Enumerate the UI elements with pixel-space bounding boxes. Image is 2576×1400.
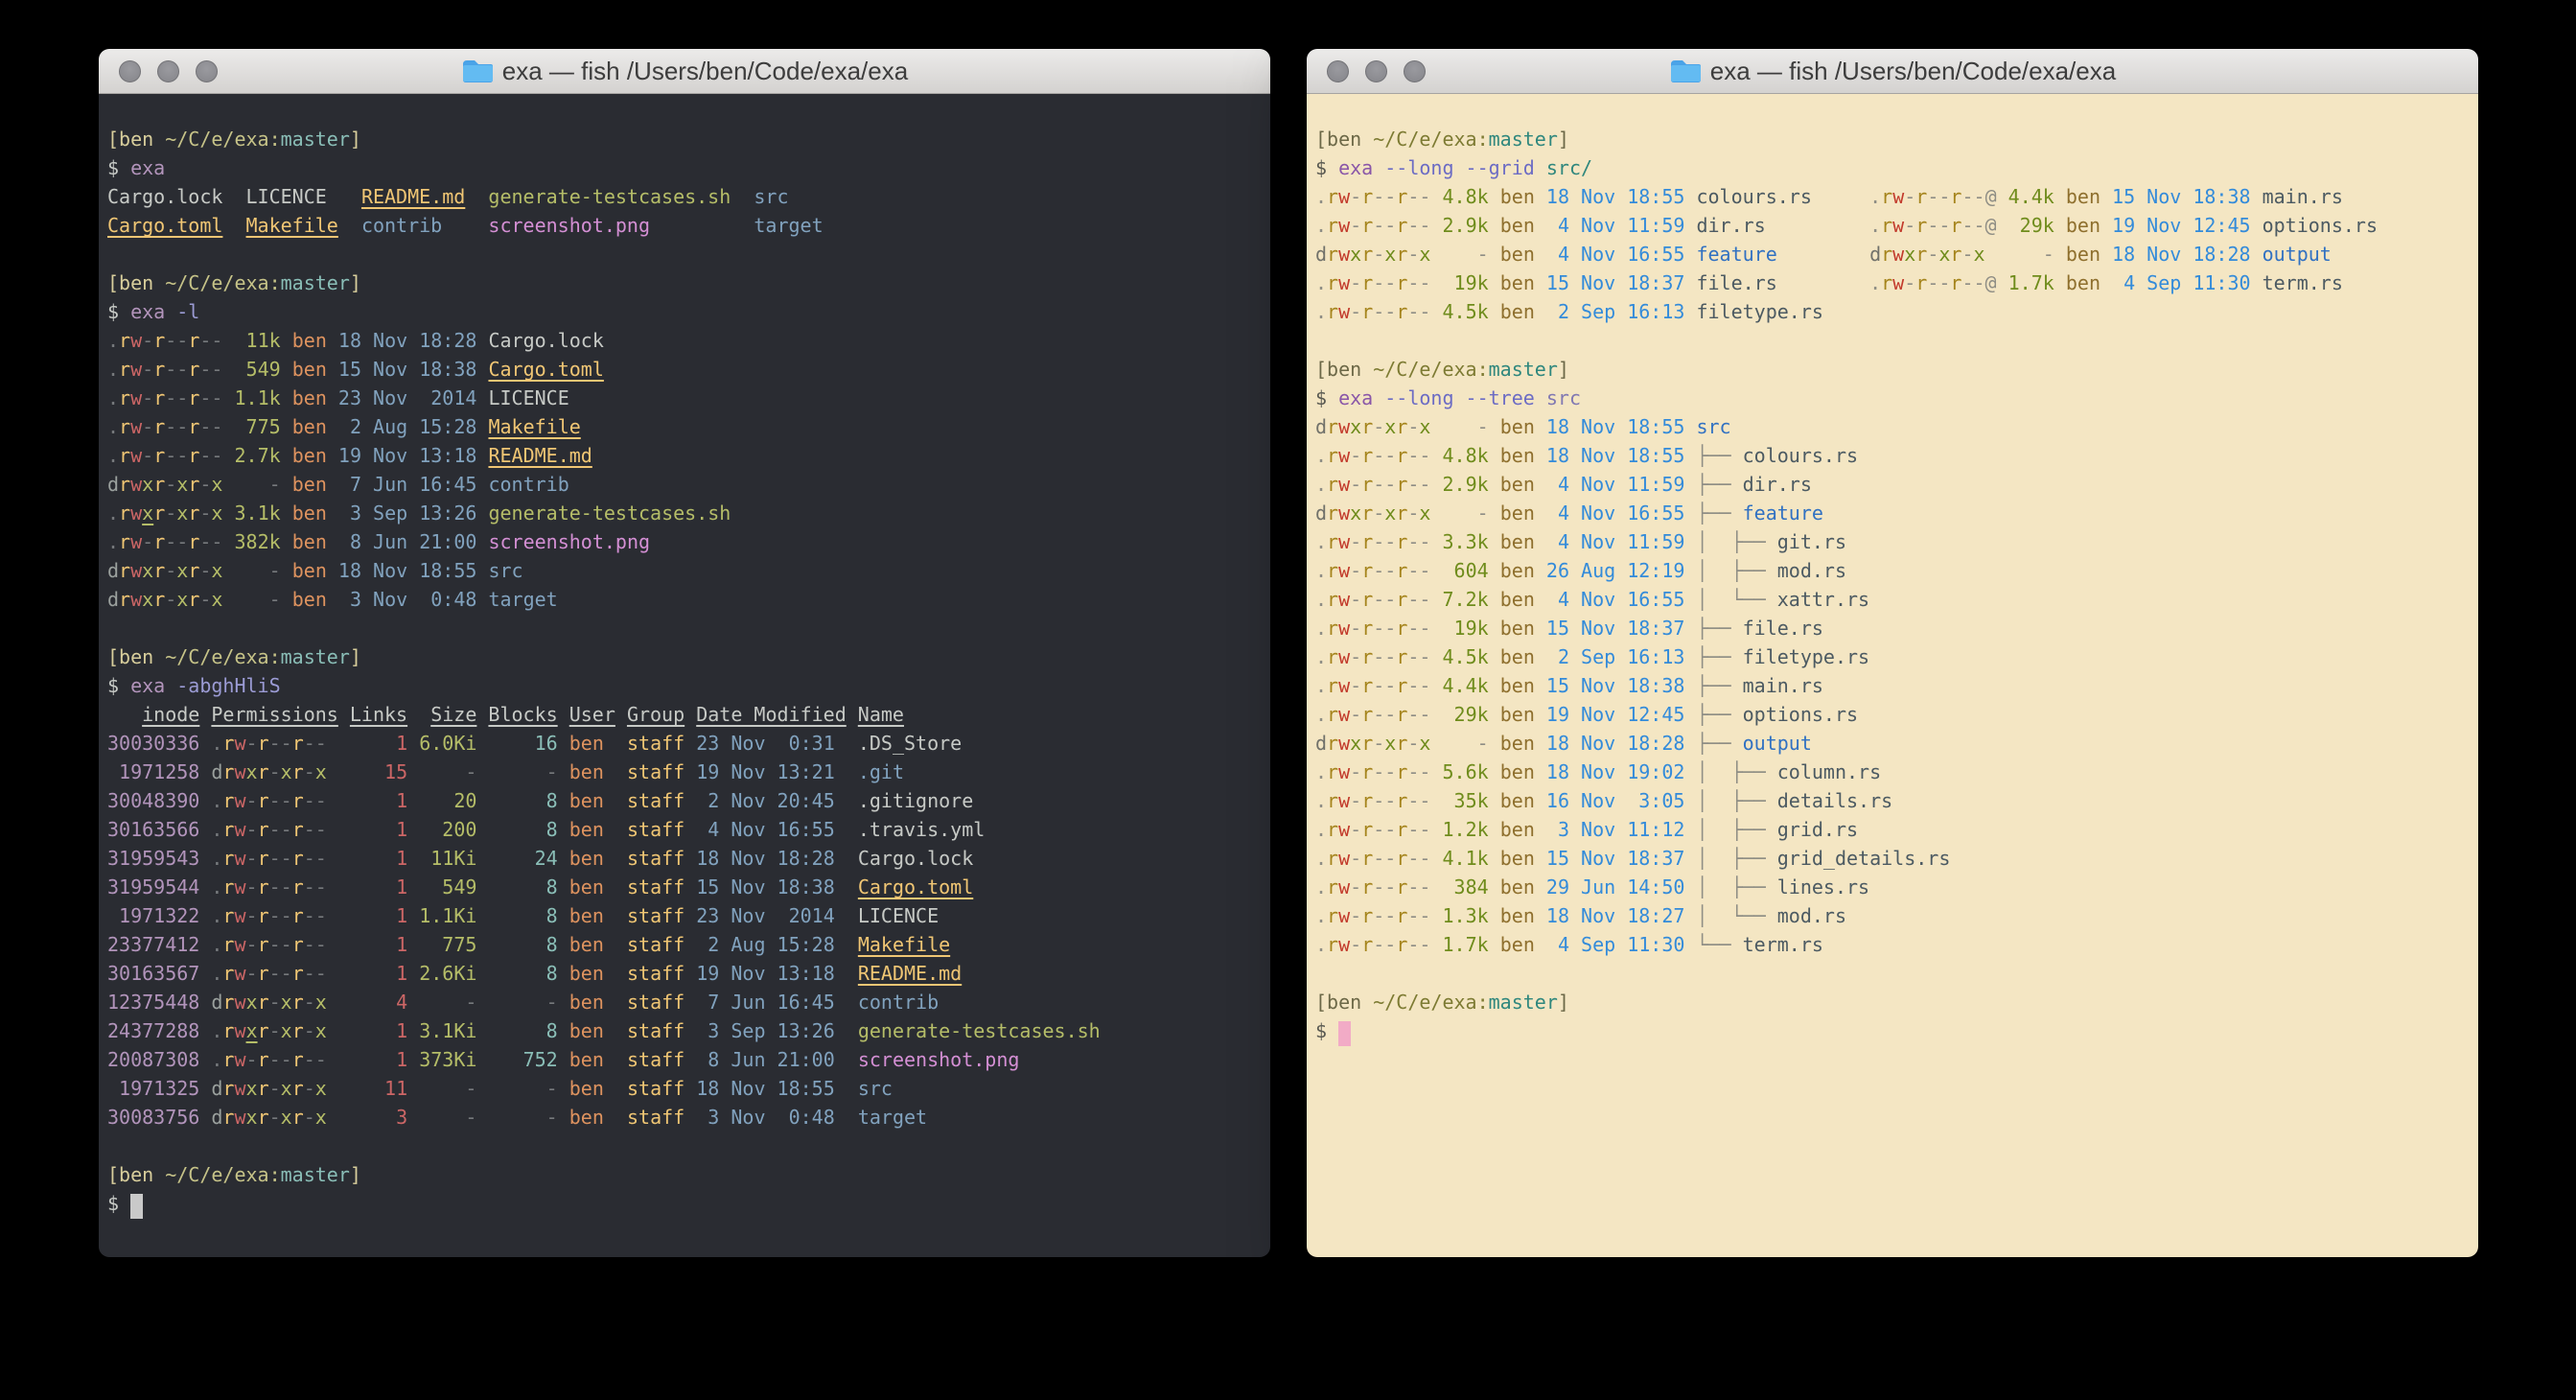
terminal-line: .rw-r--r-- 5.6k ben 18 Nov 19:02 │ ├── c… [1315, 758, 2469, 786]
terminal-cursor [130, 1194, 143, 1219]
terminal-line: 30048390 .rw-r--r-- 1 20 8 ben staff 2 N… [107, 786, 1261, 815]
terminal-window-dark: exa — fish /Users/ben/Code/exa/exa [ben … [99, 49, 1270, 1257]
window-titlebar[interactable]: exa — fish /Users/ben/Code/exa/exa [99, 49, 1270, 94]
terminal-line: [ben ~/C/e/exa:master] [1315, 355, 2469, 384]
terminal-line: .rw-r--r-- 19k ben 15 Nov 18:37 ├── file… [1315, 614, 2469, 642]
close-button[interactable] [1327, 60, 1349, 82]
terminal-line: inode Permissions Links Size Blocks User… [107, 700, 1261, 729]
terminal-line: $ exa -l [107, 297, 1261, 326]
terminal-line: 30030336 .rw-r--r-- 1 6.0Ki 16 ben staff… [107, 729, 1261, 758]
terminal-line: drwxr-xr-x - ben 18 Nov 18:28 ├── output [1315, 729, 2469, 758]
window-controls [1327, 49, 1426, 93]
terminal-line: drwxr-xr-x - ben 18 Nov 18:55 src [107, 556, 1261, 585]
terminal-line: Cargo.toml Makefile contrib screenshot.p… [107, 211, 1261, 240]
terminal-line: .rw-r--r-- 3.3k ben 4 Nov 11:59 │ ├── gi… [1315, 527, 2469, 556]
terminal-line: .rw-r--r-- 775 ben 2 Aug 15:28 Makefile [107, 412, 1261, 441]
terminal-window-light: exa — fish /Users/ben/Code/exa/exa [ben … [1307, 49, 2478, 1257]
terminal-line: .rw-r--r-- 35k ben 16 Nov 3:05 │ ├── det… [1315, 786, 2469, 815]
terminal-line: .rw-r--r-- 2.9k ben 4 Nov 11:59 dir.rs .… [1315, 211, 2469, 240]
terminal-line: [ben ~/C/e/exa:master] [107, 268, 1261, 297]
terminal-line: $ [107, 1189, 1261, 1218]
terminal-line [107, 240, 1261, 268]
folder-icon [1669, 58, 1701, 83]
terminal-line: $ exa --long --grid src/ [1315, 153, 2469, 182]
terminal-line: $ exa -abghHliS [107, 671, 1261, 700]
terminal-line: 1971322 .rw-r--r-- 1 1.1Ki 8 ben staff 2… [107, 901, 1261, 930]
window-title: exa — fish /Users/ben/Code/exa/exa [502, 57, 908, 86]
terminal-line: 31959543 .rw-r--r-- 1 11Ki 24 ben staff … [107, 844, 1261, 873]
terminal-line: 31959544 .rw-r--r-- 1 549 8 ben staff 15… [107, 873, 1261, 901]
terminal-line: 30163566 .rw-r--r-- 1 200 8 ben staff 4 … [107, 815, 1261, 844]
terminal-line: drwxr-xr-x - ben 4 Nov 16:55 ├── feature [1315, 499, 2469, 527]
terminal-line: 1971258 drwxr-xr-x 15 - - ben staff 19 N… [107, 758, 1261, 786]
terminal-cursor [1338, 1021, 1351, 1046]
terminal-line: .rw-r--r-- 4.4k ben 15 Nov 18:38 ├── mai… [1315, 671, 2469, 700]
terminal-line [1315, 326, 2469, 355]
terminal-line: .rw-r--r-- 4.5k ben 2 Sep 16:13 ├── file… [1315, 642, 2469, 671]
terminal-line: [ben ~/C/e/exa:master] [107, 125, 1261, 153]
terminal-line [1315, 959, 2469, 988]
folder-icon [461, 58, 493, 83]
terminal-output-light[interactable]: [ben ~/C/e/exa:master]$ exa --long --gri… [1307, 94, 2478, 1257]
terminal-line: .rw-r--r-- 4.8k ben 18 Nov 18:55 ├── col… [1315, 441, 2469, 470]
terminal-line: .rw-r--r-- 11k ben 18 Nov 18:28 Cargo.lo… [107, 326, 1261, 355]
terminal-line: drwxr-xr-x - ben 3 Nov 0:48 target [107, 585, 1261, 614]
terminal-line: 30163567 .rw-r--r-- 1 2.6Ki 8 ben staff … [107, 959, 1261, 988]
terminal-line: 30083756 drwxr-xr-x 3 - - ben staff 3 No… [107, 1103, 1261, 1132]
terminal-line: .rw-r--r-- 1.1k ben 23 Nov 2014 LICENCE [107, 384, 1261, 412]
terminal-line: .rw-r--r-- 549 ben 15 Nov 18:38 Cargo.to… [107, 355, 1261, 384]
terminal-line: .rw-r--r-- 1.2k ben 3 Nov 11:12 │ ├── gr… [1315, 815, 2469, 844]
terminal-line: $ exa --long --tree src [1315, 384, 2469, 412]
terminal-line: 24377288 .rwxr-xr-x 1 3.1Ki 8 ben staff … [107, 1016, 1261, 1045]
terminal-line: 20087308 .rw-r--r-- 1 373Ki 752 ben staf… [107, 1045, 1261, 1074]
terminal-line: .rw-r--r-- 604 ben 26 Aug 12:19 │ ├── mo… [1315, 556, 2469, 585]
window-title-area: exa — fish /Users/ben/Code/exa/exa [461, 57, 908, 86]
terminal-line: .rw-r--r-- 7.2k ben 4 Nov 16:55 │ └── xa… [1315, 585, 2469, 614]
terminal-line: $ exa [107, 153, 1261, 182]
terminal-line: .rwxr-xr-x 3.1k ben 3 Sep 13:26 generate… [107, 499, 1261, 527]
window-title-area: exa — fish /Users/ben/Code/exa/exa [1669, 57, 2116, 86]
window-title: exa — fish /Users/ben/Code/exa/exa [1710, 57, 2116, 86]
terminal-line: .rw-r--r-- 1.3k ben 18 Nov 18:27 │ └── m… [1315, 901, 2469, 930]
terminal-output-dark[interactable]: [ben ~/C/e/exa:master]$ exaCargo.lock LI… [99, 94, 1270, 1257]
terminal-line: [ben ~/C/e/exa:master] [1315, 988, 2469, 1016]
terminal-line: .rw-r--r-- 29k ben 19 Nov 12:45 ├── opti… [1315, 700, 2469, 729]
window-titlebar[interactable]: exa — fish /Users/ben/Code/exa/exa [1307, 49, 2478, 94]
terminal-line: .rw-r--r-- 2.9k ben 4 Nov 11:59 ├── dir.… [1315, 470, 2469, 499]
terminal-line: .rw-r--r-- 382k ben 8 Jun 21:00 screensh… [107, 527, 1261, 556]
terminal-line: 12375448 drwxr-xr-x 4 - - ben staff 7 Ju… [107, 988, 1261, 1016]
terminal-line: .rw-r--r-- 4.1k ben 15 Nov 18:37 │ ├── g… [1315, 844, 2469, 873]
terminal-line: [ben ~/C/e/exa:master] [107, 1160, 1261, 1189]
close-button[interactable] [119, 60, 141, 82]
terminal-line: 1971325 drwxr-xr-x 11 - - ben staff 18 N… [107, 1074, 1261, 1103]
terminal-line: $ [1315, 1016, 2469, 1045]
terminal-line: drwxr-xr-x - ben 18 Nov 18:55 src [1315, 412, 2469, 441]
terminal-line: Cargo.lock LICENCE README.md generate-te… [107, 182, 1261, 211]
terminal-line: .rw-r--r-- 384 ben 29 Jun 14:50 │ ├── li… [1315, 873, 2469, 901]
terminal-line: .rw-r--r-- 1.7k ben 4 Sep 11:30 └── term… [1315, 930, 2469, 959]
terminal-line: drwxr-xr-x - ben 4 Nov 16:55 feature drw… [1315, 240, 2469, 268]
window-controls [119, 49, 218, 93]
terminal-line: .rw-r--r-- 4.8k ben 18 Nov 18:55 colours… [1315, 182, 2469, 211]
desktop: { "chrome": { "title": "exa — fish /User… [0, 0, 2576, 1400]
terminal-line: 23377412 .rw-r--r-- 1 775 8 ben staff 2 … [107, 930, 1261, 959]
terminal-line: [ben ~/C/e/exa:master] [1315, 125, 2469, 153]
terminal-line [107, 1132, 1261, 1160]
terminal-line: [ben ~/C/e/exa:master] [107, 642, 1261, 671]
terminal-line: .rw-r--r-- 2.7k ben 19 Nov 13:18 README.… [107, 441, 1261, 470]
terminal-line: drwxr-xr-x - ben 7 Jun 16:45 contrib [107, 470, 1261, 499]
terminal-line [107, 614, 1261, 642]
terminal-line: .rw-r--r-- 19k ben 15 Nov 18:37 file.rs … [1315, 268, 2469, 297]
terminal-line: .rw-r--r-- 4.5k ben 2 Sep 16:13 filetype… [1315, 297, 2469, 326]
minimize-button[interactable] [157, 60, 179, 82]
zoom-button[interactable] [1404, 60, 1426, 82]
minimize-button[interactable] [1365, 60, 1387, 82]
zoom-button[interactable] [196, 60, 218, 82]
